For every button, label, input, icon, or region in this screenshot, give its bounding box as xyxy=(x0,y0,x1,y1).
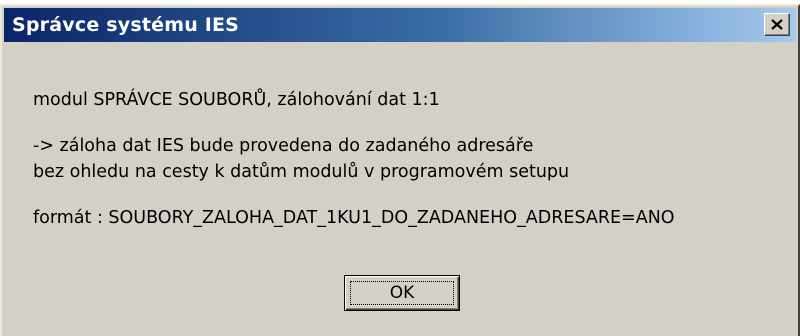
close-x-icon xyxy=(771,19,783,30)
message-dialog: Správce systému IES modul SPRÁVCE SOUBOR… xyxy=(0,4,800,336)
window-title: Správce systému IES xyxy=(12,14,240,36)
message-line-format: formát : SOUBORY_ZALOHA_DAT_1KU1_DO_ZADA… xyxy=(33,208,675,228)
title-bar[interactable]: Správce systému IES xyxy=(4,8,796,42)
message-line-paths-note: bez ohledu na cesty k datům modulů v pro… xyxy=(33,162,570,182)
ok-button-label: OK xyxy=(389,283,415,303)
close-button[interactable] xyxy=(764,13,790,36)
ok-button[interactable]: OK xyxy=(344,275,460,311)
message-line-backup-target: -> záloha dat IES bude provedena do zada… xyxy=(33,136,534,156)
message-line-module: modul SPRÁVCE SOUBORŮ, zálohování dat 1:… xyxy=(33,90,440,110)
